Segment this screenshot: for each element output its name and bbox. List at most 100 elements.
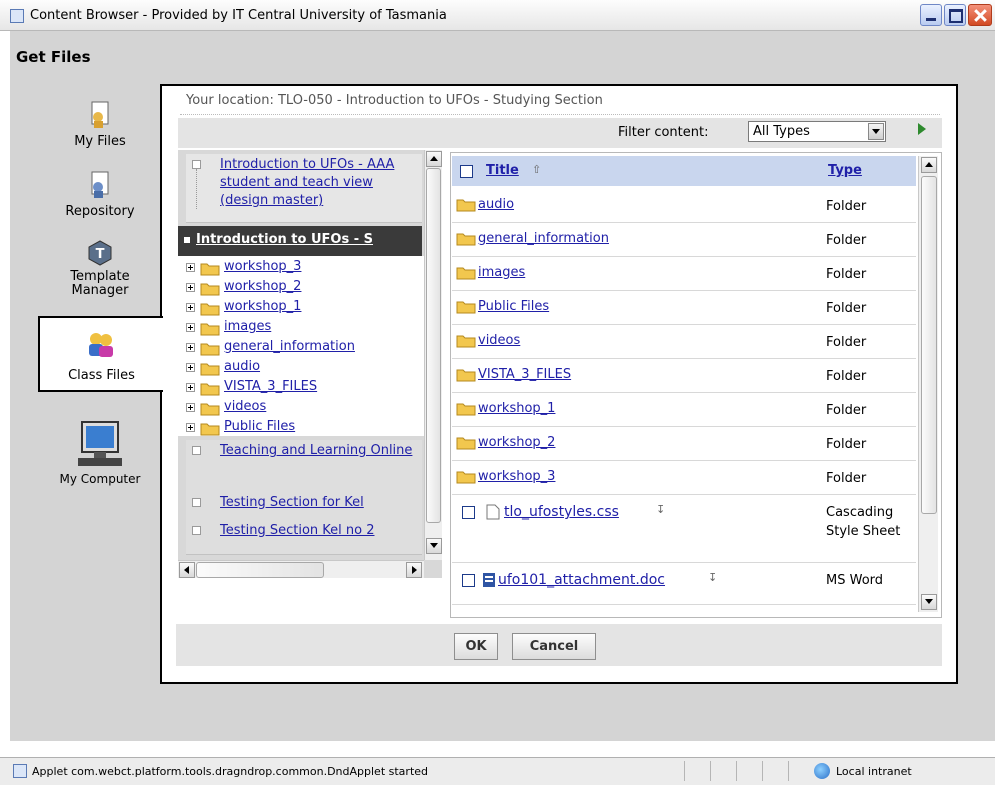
download-icon[interactable]: ↧ (708, 571, 717, 584)
file-select-checkbox[interactable] (462, 506, 475, 519)
scroll-right-icon[interactable] (406, 562, 422, 578)
expand-plus-icon[interactable] (186, 303, 195, 312)
file-row[interactable]: VISTA_3_FILES Folder (452, 358, 916, 393)
file-row[interactable]: Public Files Folder (452, 290, 916, 325)
file-name-link[interactable]: general_information (478, 231, 609, 246)
status-divider (788, 761, 789, 781)
folder-icon (456, 369, 476, 382)
maximize-button[interactable] (944, 4, 966, 26)
nav-template-manager[interactable]: T Template Manager (40, 240, 160, 298)
tree-folder-label[interactable]: Public Files (224, 419, 295, 434)
scroll-thumb[interactable] (196, 562, 324, 578)
type-column-header[interactable]: Type (828, 163, 862, 178)
expand-plus-icon[interactable] (186, 403, 195, 412)
folder-icon (456, 335, 476, 348)
file-row[interactable]: images Folder (452, 256, 916, 291)
tree-section-label[interactable]: Testing Section for Kel (220, 494, 416, 512)
tree-horizontal-scrollbar[interactable] (178, 560, 424, 578)
tree-section-item[interactable]: Introduction to UFOs - AAA student and t… (186, 154, 422, 223)
tree-folder-label[interactable]: general_information (224, 339, 355, 354)
close-button[interactable] (968, 4, 992, 26)
tree-section-item[interactable]: Teaching and Learning Online (186, 440, 422, 493)
file-row[interactable]: tlo_ufostyles.css ↧ Cascading Style Sheet (452, 494, 916, 563)
filter-select[interactable]: All Types (748, 121, 886, 142)
tree-section-label[interactable]: Teaching and Learning Online (220, 442, 416, 460)
chevron-down-icon[interactable] (868, 123, 884, 140)
expand-plus-icon[interactable] (186, 343, 195, 352)
tree-folder-label[interactable]: videos (224, 399, 266, 414)
minimize-button[interactable] (920, 4, 942, 26)
folder-icon (200, 343, 220, 356)
title-column-header[interactable]: Title (486, 163, 519, 178)
file-row[interactable]: workshop_2 Folder (452, 426, 916, 461)
nav-label: Template Manager (70, 269, 130, 298)
file-name-link[interactable]: workshop_1 (478, 401, 555, 416)
nav-class-files[interactable]: Class Files (38, 316, 163, 392)
nav-my-files[interactable]: My Files (40, 100, 160, 149)
cancel-button[interactable]: Cancel (512, 633, 596, 660)
tree-vertical-scrollbar[interactable] (424, 150, 442, 560)
file-name-link[interactable]: workshop_3 (478, 469, 555, 484)
tree-section-current[interactable]: Introduction to UFOs - S (178, 226, 422, 256)
tree-folder-label[interactable]: audio (224, 359, 260, 374)
scroll-left-icon[interactable] (179, 562, 195, 578)
scroll-up-icon[interactable] (921, 157, 937, 173)
expand-plus-icon[interactable] (186, 423, 195, 432)
expand-plus-icon[interactable] (186, 363, 195, 372)
file-name-link[interactable]: Public Files (478, 299, 549, 314)
expand-plus-icon[interactable] (186, 323, 195, 332)
file-row[interactable]: workshop_1 Folder (452, 392, 916, 427)
tree-section-label[interactable]: Introduction to UFOs - S (196, 232, 373, 247)
file-name-link[interactable]: ufo101_attachment.doc (498, 572, 665, 588)
file-row[interactable]: workshop_3 Folder (452, 460, 916, 495)
file-name-link[interactable]: audio (478, 197, 514, 212)
divider (180, 114, 940, 115)
file-row[interactable]: ufo101_attachment.doc ↧ MS Word (452, 562, 916, 605)
file-list-vertical-scrollbar[interactable] (918, 156, 938, 612)
expand-plus-icon[interactable] (186, 383, 195, 392)
file-row[interactable]: videos Folder (452, 324, 916, 359)
scroll-down-icon[interactable] (426, 538, 442, 554)
tree-section-label[interactable]: Testing Section Kel no 2 (220, 522, 416, 540)
local-intranet-icon (814, 763, 830, 779)
scroll-thumb[interactable] (921, 176, 937, 514)
expand-plus-icon[interactable] (186, 283, 195, 292)
file-name-link[interactable]: images (478, 265, 525, 280)
folder-icon (200, 303, 220, 316)
file-name-link[interactable]: workshop_2 (478, 435, 555, 450)
expand-plus-icon[interactable] (186, 263, 195, 272)
download-icon[interactable]: ↧ (656, 503, 665, 516)
file-name-link[interactable]: VISTA_3_FILES (478, 367, 571, 382)
file-type: Folder (826, 199, 867, 214)
tree-section-item[interactable]: Testing Section for Kel (186, 492, 422, 521)
tree-section-label[interactable]: Introduction to UFOs - AAA student and t… (220, 156, 416, 210)
tree-section-item[interactable]: Testing Section Kel no 2 (186, 520, 422, 555)
tree-folder-label[interactable]: images (224, 319, 271, 334)
applet-page-icon (13, 764, 27, 778)
filter-go-arrow-icon[interactable] (918, 123, 926, 135)
status-divider (762, 761, 763, 781)
nav-my-computer[interactable]: My Computer (40, 420, 160, 487)
scroll-down-icon[interactable] (921, 594, 937, 610)
file-row[interactable]: general_information Folder (452, 222, 916, 257)
word-document-icon (483, 573, 495, 587)
tree-folder-label[interactable]: workshop_3 (224, 259, 301, 274)
scroll-thumb[interactable] (426, 168, 441, 523)
file-row[interactable]: audio Folder (452, 188, 916, 223)
ok-button[interactable]: OK (454, 633, 498, 660)
file-select-checkbox[interactable] (462, 574, 475, 587)
sort-ascending-icon[interactable]: ⇧ (532, 163, 541, 176)
folder-icon (456, 403, 476, 416)
scroll-up-icon[interactable] (426, 151, 442, 167)
nav-repository[interactable]: Repository (40, 170, 160, 219)
security-zone-label: Local intranet (836, 765, 912, 778)
folder-icon (456, 471, 476, 484)
tree-folder-label[interactable]: workshop_2 (224, 279, 301, 294)
tree-folder-label[interactable]: VISTA_3_FILES (224, 379, 317, 394)
file-name-link[interactable]: tlo_ufostyles.css (504, 504, 619, 520)
tree-folder-label[interactable]: workshop_1 (224, 299, 301, 314)
file-name-link[interactable]: videos (478, 333, 520, 348)
status-divider (710, 761, 711, 781)
select-all-checkbox[interactable] (460, 165, 473, 178)
folder-icon (200, 403, 220, 416)
